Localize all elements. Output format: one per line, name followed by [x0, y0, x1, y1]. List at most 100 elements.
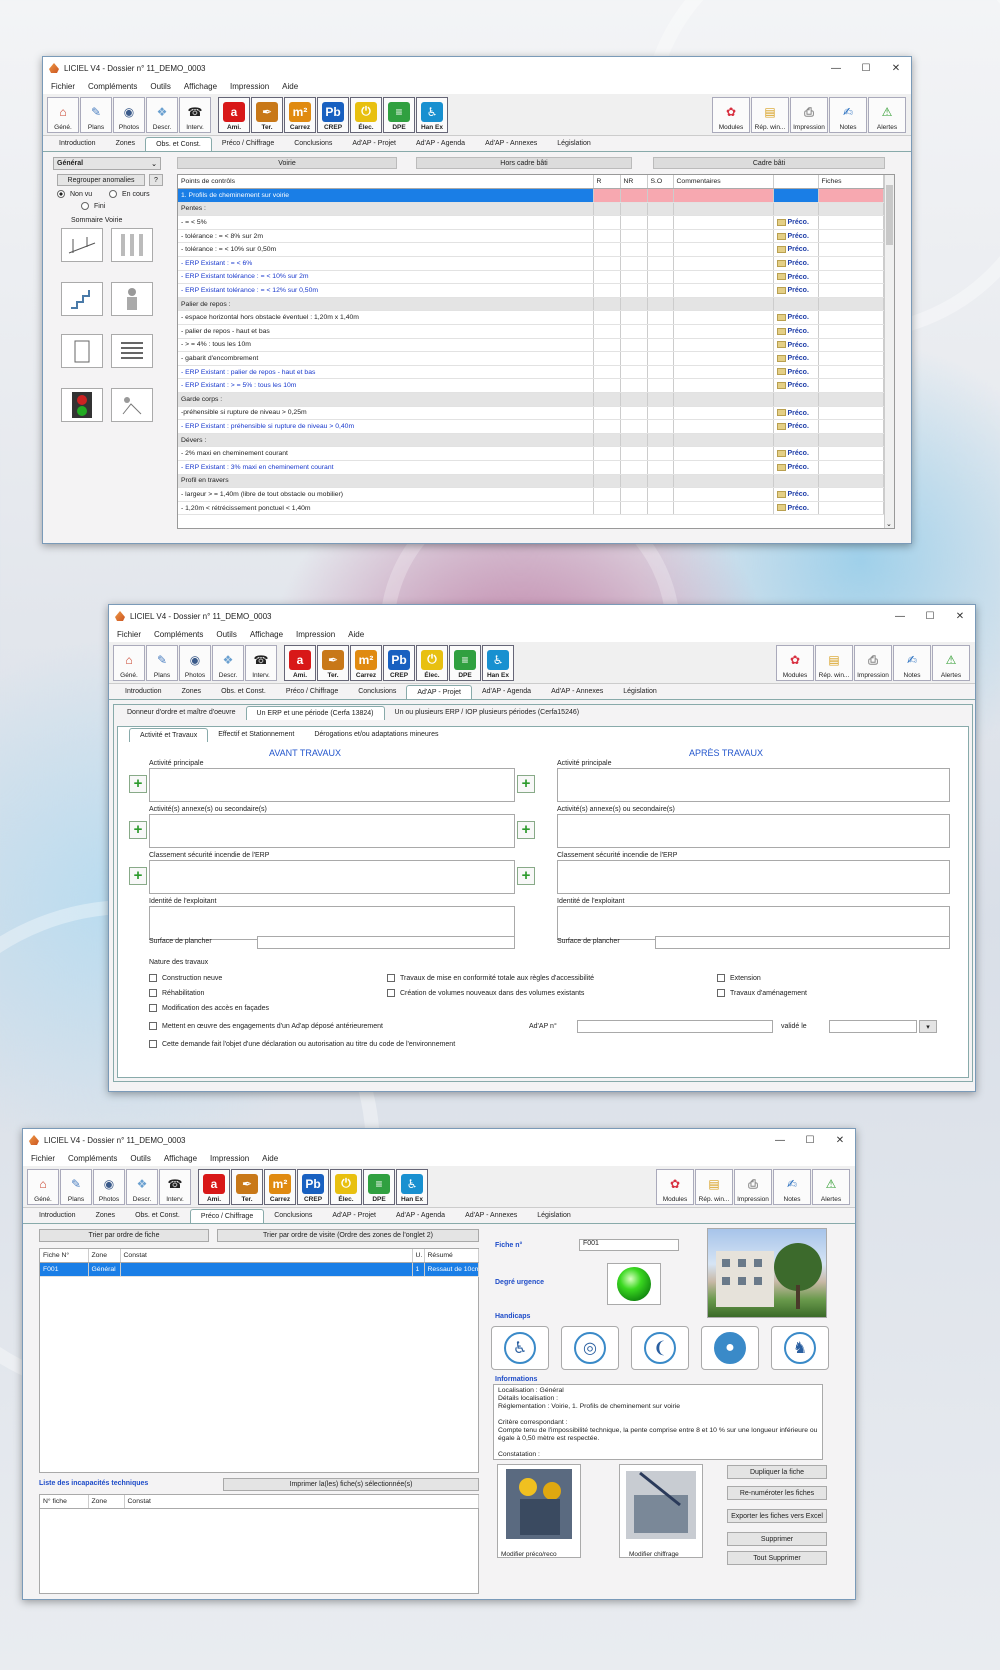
handicap-cognitive[interactable]: ♞: [771, 1326, 829, 1370]
field-input-before-0[interactable]: [149, 768, 515, 802]
handicap-motor[interactable]: ♿: [491, 1326, 549, 1370]
tab-conclusions[interactable]: Conclusions: [264, 1209, 322, 1223]
cell-check[interactable]: [647, 256, 674, 271]
crep-button[interactable]: Pb CREP: [317, 96, 349, 133]
subtab-effectif[interactable]: Effectif et Stationnement: [208, 728, 304, 742]
preco-button[interactable]: Préco.: [777, 314, 809, 321]
alertes-button[interactable]: ⚠ Alertes: [812, 1169, 850, 1205]
close-button[interactable]: ✕: [825, 1135, 855, 1146]
cell-check[interactable]: [620, 215, 648, 230]
table-row[interactable]: - espace horizontal hors obstacle éventu…: [178, 310, 884, 326]
preco-button[interactable]: Préco.: [777, 382, 809, 389]
cell-check[interactable]: [593, 392, 621, 407]
tab-introduction[interactable]: Introduction: [115, 685, 172, 699]
handicap-mental[interactable]: ●: [701, 1326, 759, 1370]
close-button[interactable]: ✕: [881, 63, 911, 74]
summary-thumb-obstacle[interactable]: [111, 388, 153, 422]
validated-date-input[interactable]: [829, 1020, 917, 1033]
menu-impression[interactable]: Impression: [210, 1154, 249, 1163]
tab-legislation[interactable]: Législation: [527, 1209, 580, 1223]
check-environment[interactable]: Cette demande fait l'objet d'une déclara…: [149, 1040, 455, 1048]
cell-check[interactable]: [647, 229, 674, 244]
tab-ad-ap-agenda[interactable]: Ad'AP - Agenda: [472, 685, 541, 699]
tab-obs-et-const[interactable]: Obs. et Const.: [125, 1209, 190, 1223]
cell-check[interactable]: [620, 297, 648, 312]
cell-check[interactable]: [647, 297, 674, 312]
menu-fichier[interactable]: Fichier: [117, 630, 141, 639]
cell-check[interactable]: [647, 460, 674, 475]
field-input-after-2[interactable]: [557, 860, 950, 894]
cell-check[interactable]: [620, 392, 648, 407]
preco-button[interactable]: Préco.: [777, 246, 809, 253]
field-input-after-1[interactable]: [557, 814, 950, 848]
subtab-derogations[interactable]: Dérogations et/ou adaptations mineures: [304, 728, 448, 742]
check-extension[interactable]: Extension: [717, 974, 761, 982]
add-before-1-button[interactable]: +: [129, 821, 147, 839]
menu-aide[interactable]: Aide: [262, 1154, 278, 1163]
cell-check[interactable]: [647, 501, 674, 516]
summary-thumb-signal[interactable]: [61, 388, 103, 422]
interv-button[interactable]: ☎ Interv.: [179, 96, 211, 133]
tab-obs-et-const[interactable]: Obs. et Const.: [145, 137, 212, 151]
carrez-button[interactable]: m² Carrez: [264, 1168, 296, 1205]
preco-button[interactable]: Préco.: [777, 274, 809, 281]
subtab-plusieurs-erp[interactable]: Un ou plusieurs ERP / IOP plusieurs péri…: [385, 706, 590, 720]
building-photo[interactable]: [707, 1228, 827, 1318]
han-ex-button[interactable]: ♿ Han Ex: [396, 1168, 428, 1205]
rep-win-button[interactable]: ▤ Rép. win...: [815, 645, 853, 681]
table-row[interactable]: -préhensible si rupture de niveau > 0,25…: [178, 406, 884, 421]
cell-check[interactable]: [620, 474, 648, 489]
cell-check[interactable]: [647, 202, 674, 217]
preco-button[interactable]: Préco.: [777, 342, 809, 349]
plans-button[interactable]: ✎ Plans: [60, 1168, 92, 1205]
cell-check[interactable]: [647, 310, 674, 326]
help-button[interactable]: ?: [149, 174, 163, 186]
cell-check[interactable]: [620, 188, 648, 203]
menu-fichier[interactable]: Fichier: [31, 1154, 55, 1163]
modules-button[interactable]: ✿ Modules: [656, 1169, 694, 1205]
plans-button[interactable]: ✎ Plans: [146, 644, 178, 681]
table-row[interactable]: - palier de repos - haut et bas Préco.: [178, 324, 884, 339]
impression-button[interactable]: ⎙ Impression: [734, 1169, 772, 1205]
preco-button[interactable]: Préco.: [777, 219, 809, 226]
maximize-button[interactable]: ☐: [851, 63, 881, 74]
tab-zones[interactable]: Zones: [106, 137, 145, 151]
maximize-button[interactable]: ☐: [795, 1135, 825, 1146]
duplicate-fiche-button[interactable]: Dupliquer la fiche: [727, 1465, 827, 1479]
cell-check[interactable]: [620, 460, 648, 475]
ter-button[interactable]: ✒ Ter.: [231, 1168, 263, 1205]
cell-check[interactable]: [647, 283, 674, 298]
cell-check[interactable]: [593, 215, 621, 230]
cell-check[interactable]: [620, 487, 648, 502]
cell-check[interactable]: [593, 419, 621, 434]
tab-legislation[interactable]: Législation: [547, 137, 600, 151]
cell-check[interactable]: [647, 188, 674, 203]
cell-check[interactable]: [593, 283, 621, 298]
table-row[interactable]: - = < 5% Préco.: [178, 215, 884, 230]
minimize-button[interactable]: —: [765, 1135, 795, 1146]
cell-check[interactable]: [647, 392, 674, 407]
table-row[interactable]: 1. Profils de cheminement sur voirie: [178, 188, 884, 203]
menu-complements[interactable]: Compléments: [154, 630, 203, 639]
crep-button[interactable]: Pb CREP: [383, 644, 415, 681]
tab-ad-ap-projet[interactable]: Ad'AP - Projet: [406, 685, 472, 699]
preco-button[interactable]: Préco.: [777, 464, 809, 471]
gene-button[interactable]: ⌂ Géné.: [47, 96, 79, 133]
tab-ad-ap-agenda[interactable]: Ad'AP - Agenda: [386, 1209, 455, 1223]
elec-button[interactable]: ⏻ Élec.: [416, 644, 448, 681]
cell-check[interactable]: [647, 338, 674, 353]
table-row[interactable]: - ERP Existant : > = 5% : tous les 10m Pr…: [178, 378, 884, 393]
cell-check[interactable]: [620, 310, 648, 326]
menu-aide[interactable]: Aide: [348, 630, 364, 639]
preco-button[interactable]: Préco.: [777, 505, 809, 512]
crep-button[interactable]: Pb CREP: [297, 1168, 329, 1205]
urgency-indicator[interactable]: [607, 1263, 661, 1305]
tab-ad-ap-annexes[interactable]: Ad'AP - Annexes: [475, 137, 547, 151]
table-row[interactable]: - > = 4% : tous les 10m Préco.: [178, 338, 884, 353]
group-anomalies-button[interactable]: Regrouper anomalies: [57, 174, 145, 186]
ter-button[interactable]: ✒ Ter.: [251, 96, 283, 133]
cell-check[interactable]: [620, 229, 648, 244]
tab-ad-ap-annexes[interactable]: Ad'AP - Annexes: [541, 685, 613, 699]
cell-check[interactable]: [647, 433, 674, 448]
cell-check[interactable]: [620, 324, 648, 339]
